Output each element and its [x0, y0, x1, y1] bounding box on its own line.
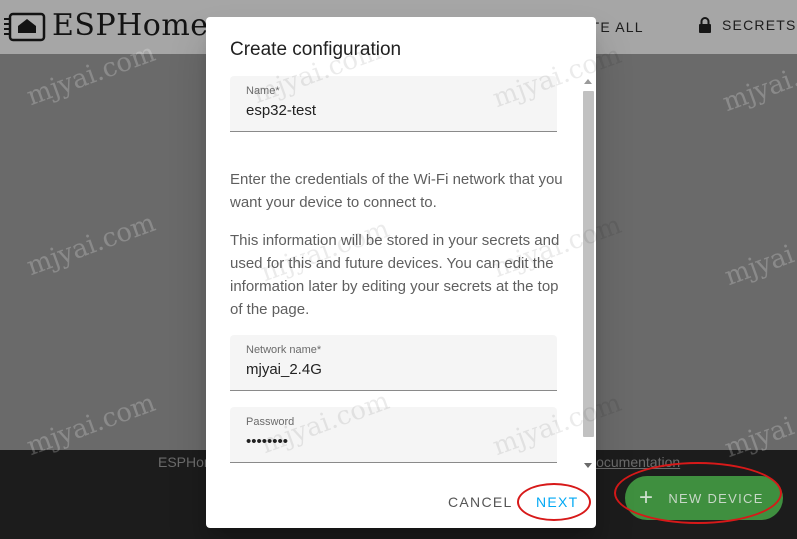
- name-field-value: esp32-test: [246, 102, 317, 119]
- dialog-title: Create configuration: [230, 39, 402, 60]
- name-field-label: Name*: [246, 85, 280, 97]
- network-name-label: Network name*: [246, 344, 322, 356]
- password-value: ••••••••: [246, 433, 289, 450]
- password-field[interactable]: Password ••••••••: [230, 407, 557, 463]
- network-name-field[interactable]: Network name* mjyai_2.4G: [230, 335, 557, 391]
- password-label: Password: [246, 416, 295, 428]
- scroll-down-icon[interactable]: [584, 463, 592, 468]
- create-configuration-dialog: Create configuration Name* esp32-test En…: [206, 17, 596, 528]
- wifi-instructions-text: Enter the credentials of the Wi-Fi netwo…: [230, 171, 563, 211]
- scroll-up-icon[interactable]: [584, 79, 592, 84]
- annotation-circle-fab: [614, 462, 782, 524]
- secrets-info-text: This information will be stored in your …: [230, 232, 560, 318]
- network-name-value: mjyai_2.4G: [246, 361, 322, 378]
- cancel-button[interactable]: CANCEL: [448, 494, 513, 510]
- annotation-circle-next: [517, 483, 591, 521]
- name-field[interactable]: Name* esp32-test: [230, 76, 557, 132]
- scrollbar-thumb[interactable]: [583, 91, 594, 437]
